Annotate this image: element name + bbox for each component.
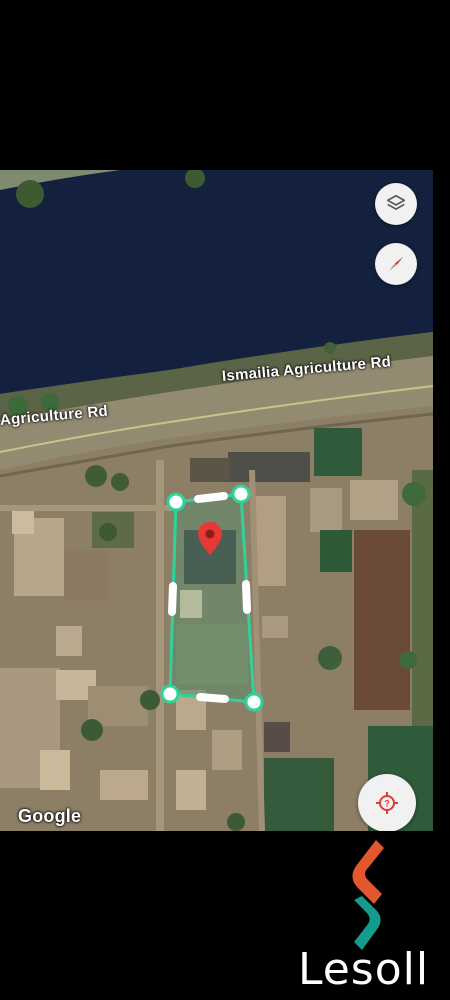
compass-button[interactable] [375,243,417,285]
edge-handle-left[interactable] [168,582,177,616]
vertex-handle-top-right[interactable] [231,484,251,504]
lesoll-logo-icon [352,840,384,950]
google-attribution: Google [18,806,82,826]
layers-icon [386,194,406,210]
map-view[interactable]: Ismailia Agriculture Rd Agriculture Rd ?… [0,170,433,831]
svg-text:?: ? [384,799,390,809]
vertex-handle-bottom-left[interactable] [160,684,180,704]
edge-handle-right[interactable] [242,580,251,614]
compass-icon [388,256,404,272]
layers-button[interactable] [375,183,417,225]
edge-handle-bottom[interactable] [196,693,229,703]
edge-handle-top[interactable] [194,492,228,503]
plot-boundary-overlay[interactable] [0,170,433,831]
my-location-button[interactable]: ? [358,774,416,831]
brand-name: Lesoll [298,944,430,995]
vertex-handle-top-left[interactable] [166,492,186,512]
vertex-handle-bottom-right[interactable] [244,692,264,712]
my-location-icon: ? [376,792,398,814]
